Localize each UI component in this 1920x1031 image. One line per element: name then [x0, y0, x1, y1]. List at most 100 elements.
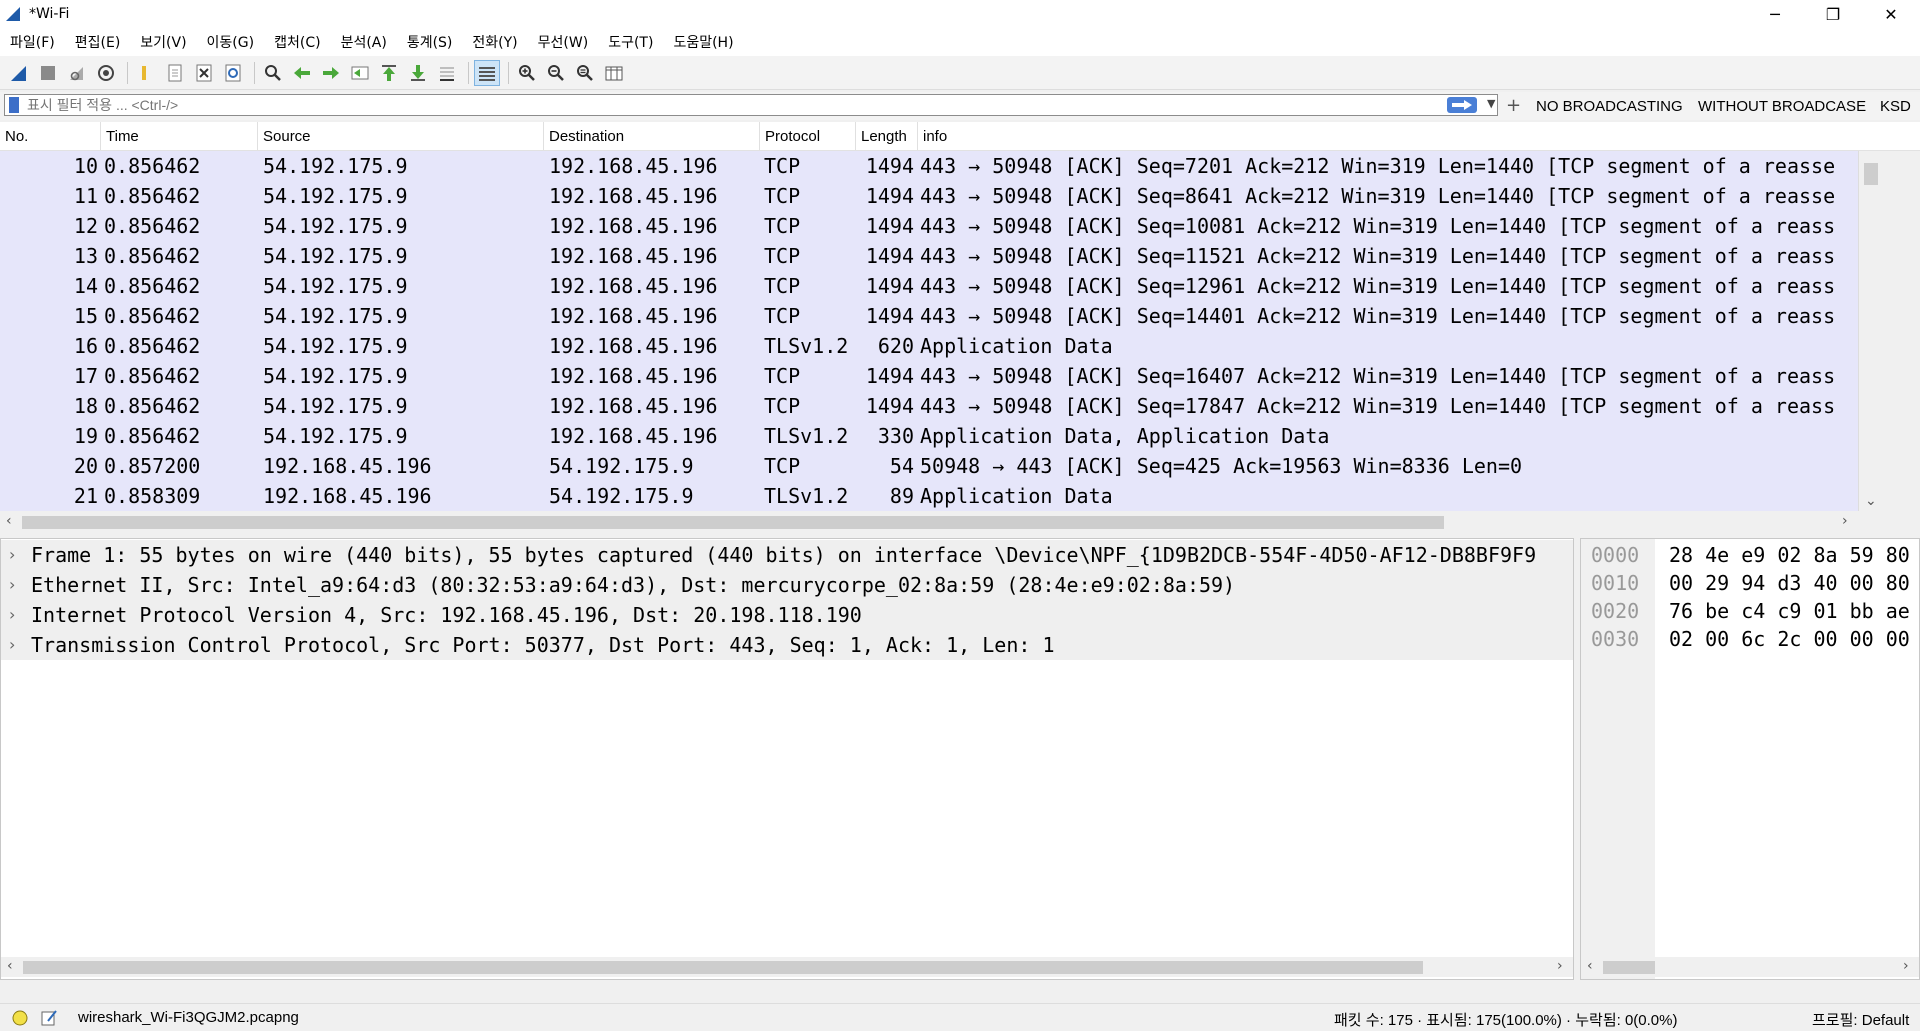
- minimize-button[interactable]: ─: [1746, 0, 1804, 28]
- packet-row[interactable]: 14 0.856462 54.192.175.9 192.168.45.196 …: [0, 271, 1858, 301]
- first-packet-button[interactable]: [376, 60, 402, 86]
- go-forward-button[interactable]: [318, 60, 344, 86]
- packet-protocol: TLSv1.2: [764, 424, 849, 448]
- resize-columns-button[interactable]: [601, 60, 627, 86]
- packet-no: 13: [73, 244, 98, 268]
- colorize-button[interactable]: [474, 59, 500, 86]
- scroll-left-icon[interactable]: ‹: [1587, 958, 1593, 974]
- expand-chevron-icon[interactable]: ›: [9, 600, 15, 630]
- packet-row[interactable]: 19 0.856462 54.192.175.9 192.168.45.196 …: [0, 421, 1858, 451]
- detail-tree-item-frame[interactable]: › Frame 1: 55 bytes on wire (440 bits), …: [1, 540, 1573, 570]
- menu-file[interactable]: 파일(F): [0, 32, 65, 52]
- menu-wireless[interactable]: 무선(W): [528, 32, 599, 52]
- packet-row[interactable]: 18 0.856462 54.192.175.9 192.168.45.196 …: [0, 391, 1858, 421]
- filter-button-ksd[interactable]: KSD: [1880, 98, 1911, 115]
- open-file-button[interactable]: [133, 60, 159, 86]
- packet-row[interactable]: 12 0.856462 54.192.175.9 192.168.45.196 …: [0, 211, 1858, 241]
- maximize-button[interactable]: ❐: [1804, 0, 1862, 28]
- hex-bytes[interactable]: 28 4e e9 02 8a 59 80: [1669, 541, 1910, 569]
- start-capture-button[interactable]: [6, 60, 32, 86]
- expand-chevron-icon[interactable]: ›: [9, 570, 15, 600]
- packet-row[interactable]: 11 0.856462 54.192.175.9 192.168.45.196 …: [0, 181, 1858, 211]
- scroll-right-icon[interactable]: ›: [1903, 958, 1909, 974]
- hex-bytes[interactable]: 00 29 94 d3 40 00 80: [1669, 569, 1910, 597]
- find-packet-button[interactable]: [260, 60, 286, 86]
- column-header-protocol[interactable]: Protocol: [760, 122, 856, 150]
- autoscroll-button[interactable]: [434, 60, 460, 86]
- expand-chevron-icon[interactable]: ›: [9, 630, 15, 660]
- detail-tree-item-ipv4[interactable]: › Internet Protocol Version 4, Src: 192.…: [1, 600, 1573, 630]
- menu-telephony[interactable]: 전화(Y): [462, 32, 527, 52]
- column-header-no[interactable]: No.: [0, 122, 101, 150]
- packet-row[interactable]: 13 0.856462 54.192.175.9 192.168.45.196 …: [0, 241, 1858, 271]
- column-header-destination[interactable]: Destination: [544, 122, 760, 150]
- go-back-button[interactable]: [289, 60, 315, 86]
- menu-capture[interactable]: 캡처(C): [264, 32, 330, 52]
- normal-size-button[interactable]: [572, 60, 598, 86]
- packet-row[interactable]: 21 0.858309 192.168.45.196 54.192.175.9 …: [0, 481, 1858, 511]
- menu-view[interactable]: 보기(V): [130, 32, 196, 52]
- apply-filter-button[interactable]: [1447, 97, 1477, 113]
- scrollbar-thumb[interactable]: [22, 516, 1444, 529]
- packet-row[interactable]: 17 0.856462 54.192.175.9 192.168.45.196 …: [0, 361, 1858, 391]
- capture-options-button[interactable]: [93, 60, 119, 86]
- detail-tree-item-tcp[interactable]: › Transmission Control Protocol, Src Por…: [1, 630, 1573, 660]
- add-filter-button[interactable]: +: [1506, 95, 1521, 116]
- menu-tools[interactable]: 도구(T): [598, 32, 663, 52]
- scroll-right-icon[interactable]: ›: [1842, 513, 1848, 529]
- expert-info-icon[interactable]: [12, 1010, 28, 1026]
- filter-button-without-broadcase[interactable]: WITHOUT BROADCASE: [1698, 98, 1866, 115]
- packet-no: 14: [73, 274, 98, 298]
- arrow-right-icon: [1452, 100, 1472, 110]
- zoom-in-button[interactable]: [514, 60, 540, 86]
- menu-edit[interactable]: 편집(E): [65, 32, 131, 52]
- title-bar: *Wi-Fi ─ ❐ ✕: [0, 0, 1920, 28]
- menu-statistics[interactable]: 통계(S): [397, 32, 463, 52]
- packet-row[interactable]: 16 0.856462 54.192.175.9 192.168.45.196 …: [0, 331, 1858, 361]
- close-button[interactable]: ✕: [1862, 0, 1920, 28]
- go-to-packet-button[interactable]: [347, 60, 373, 86]
- save-file-button[interactable]: [162, 60, 188, 86]
- detail-tree-item-ethernet[interactable]: › Ethernet II, Src: Intel_a9:64:d3 (80:3…: [1, 570, 1573, 600]
- scroll-left-icon[interactable]: ‹: [6, 513, 12, 529]
- filter-history-dropdown[interactable]: ▼: [1487, 97, 1495, 110]
- scrollbar-thumb[interactable]: [23, 961, 1423, 974]
- hex-bytes[interactable]: 76 be c4 c9 01 bb ae: [1669, 597, 1910, 625]
- packet-list-horizontal-scrollbar[interactable]: ‹ ›: [0, 512, 1858, 532]
- column-header-info[interactable]: info: [918, 122, 1920, 150]
- capture-comment-icon[interactable]: [40, 1009, 58, 1027]
- scrollbar-thumb[interactable]: [1864, 163, 1878, 185]
- filter-bookmark-icon[interactable]: [9, 97, 19, 113]
- packet-protocol: TLSv1.2: [764, 334, 849, 358]
- window-title: *Wi-Fi: [29, 6, 70, 22]
- zoom-out-button[interactable]: [543, 60, 569, 86]
- column-header-time[interactable]: Time: [101, 122, 258, 150]
- packet-no: 15: [73, 304, 98, 328]
- filter-button-no-broadcasting[interactable]: NO BROADCASTING: [1536, 98, 1683, 115]
- reload-file-button[interactable]: [220, 60, 246, 86]
- close-file-button[interactable]: [191, 60, 217, 86]
- packet-row[interactable]: 10 0.856462 54.192.175.9 192.168.45.196 …: [0, 151, 1858, 181]
- restart-capture-button[interactable]: [64, 60, 90, 86]
- packet-row[interactable]: 20 0.857200 192.168.45.196 54.192.175.9 …: [0, 451, 1858, 481]
- packet-list-vertical-scrollbar[interactable]: ⌄: [1858, 151, 1881, 511]
- profile-status[interactable]: 프로필: Default: [1812, 1009, 1909, 1030]
- display-filter-input[interactable]: [27, 96, 1437, 114]
- column-header-source[interactable]: Source: [258, 122, 544, 150]
- stop-capture-button[interactable]: [35, 60, 61, 86]
- packet-length: 1494: [865, 154, 914, 178]
- last-packet-button[interactable]: [405, 60, 431, 86]
- menu-help[interactable]: 도움말(H): [663, 32, 743, 52]
- hex-bytes[interactable]: 02 00 6c 2c 00 00 00: [1669, 625, 1910, 653]
- details-horizontal-scrollbar[interactable]: ‹ ›: [1, 957, 1573, 977]
- column-header-length[interactable]: Length: [856, 122, 918, 150]
- packet-row[interactable]: 15 0.856462 54.192.175.9 192.168.45.196 …: [0, 301, 1858, 331]
- scroll-left-icon[interactable]: ‹: [7, 958, 13, 974]
- expand-chevron-icon[interactable]: ›: [9, 540, 15, 570]
- scroll-down-icon[interactable]: ⌄: [1865, 493, 1877, 509]
- menu-analyze[interactable]: 분석(A): [331, 32, 397, 52]
- menu-go[interactable]: 이동(G): [197, 32, 265, 52]
- bytes-horizontal-scrollbar[interactable]: ‹ ›: [1581, 957, 1919, 977]
- scroll-right-icon[interactable]: ›: [1557, 958, 1563, 974]
- scrollbar-thumb[interactable]: [1603, 961, 1655, 974]
